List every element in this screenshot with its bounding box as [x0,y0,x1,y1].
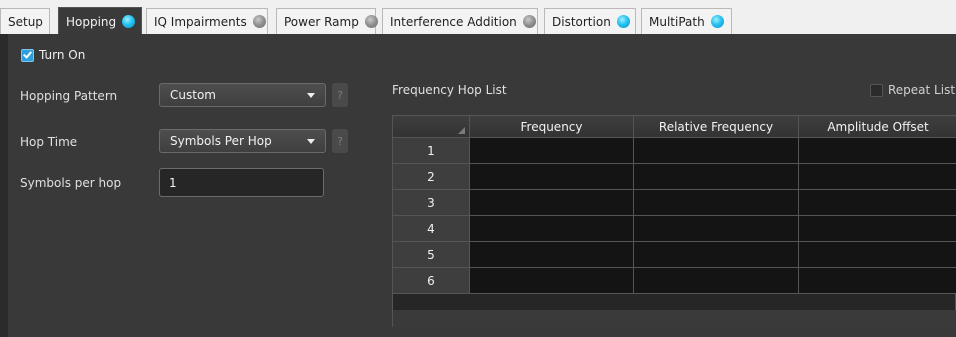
repeat-list-label: Repeat List [888,83,956,97]
table-row: 6 [393,268,956,294]
row-header[interactable]: 2 [393,164,470,190]
table-cell-amplitude-offset[interactable] [799,216,956,242]
table-cell-frequency[interactable] [470,190,634,216]
tab-label: IQ Impairments [154,14,247,29]
tab-iq-impairments[interactable]: IQ Impairments [146,8,268,34]
table-cell-frequency[interactable] [470,268,634,294]
table-header: Frequency Relative Frequency Amplitude O… [393,116,956,138]
chevron-down-icon [307,139,315,144]
table-cell-frequency[interactable] [470,216,634,242]
row-header[interactable]: 1 [393,138,470,164]
row-header[interactable]: 6 [393,268,470,294]
table-cell-relative-frequency[interactable] [634,190,799,216]
hop-time-value: Symbols Per Hop [170,134,272,148]
tab-hopping[interactable]: Hopping [58,7,142,35]
table-cell-amplitude-offset[interactable] [799,164,956,190]
table-cell-frequency[interactable] [470,242,634,268]
help-button[interactable]: ? [332,129,348,153]
table-cell-frequency[interactable] [470,138,634,164]
hopping-pattern-dropdown[interactable]: Custom [159,83,326,107]
row-header[interactable]: 5 [393,242,470,268]
table-cell-relative-frequency[interactable] [634,268,799,294]
tab-label: Setup [8,14,43,29]
help-button[interactable]: ? [332,83,348,107]
tab-bar: Setup Hopping IQ Impairments Power Ramp … [0,0,956,35]
table-cell-relative-frequency[interactable] [634,242,799,268]
table-cell-amplitude-offset[interactable] [799,268,956,294]
table-row: 2 [393,164,956,190]
chevron-down-icon [307,93,315,98]
tab-label: Hopping [66,14,117,29]
status-on-icon [710,15,724,28]
tab-power-ramp[interactable]: Power Ramp [276,8,378,34]
tab-label: Power Ramp [284,14,359,29]
frequency-hop-table: Frequency Relative Frequency Amplitude O… [392,115,956,327]
table-row: 5 [393,242,956,268]
table-footer [393,310,956,327]
row-header[interactable]: 4 [393,216,470,242]
tab-multipath[interactable]: MultiPath [641,8,732,34]
corner-triangle-icon [458,127,465,134]
turn-on-checkbox-row[interactable]: Turn On [21,48,85,62]
turn-on-checkbox[interactable] [21,48,34,62]
status-on-icon [616,15,630,28]
repeat-list-checkbox[interactable] [870,83,883,97]
table-cell-relative-frequency[interactable] [634,216,799,242]
status-on-icon [122,15,136,28]
table-row: 3 [393,190,956,216]
table-cell-relative-frequency[interactable] [634,138,799,164]
symbols-per-hop-label: Symbols per hop [20,176,122,190]
frequency-hop-list-title: Frequency Hop List [392,83,507,97]
tab-distortion[interactable]: Distortion [544,8,636,34]
select-all-corner[interactable] [393,116,470,138]
table-cell-relative-frequency[interactable] [634,164,799,190]
status-off-icon [252,15,266,28]
hop-time-dropdown[interactable]: Symbols Per Hop [159,129,326,153]
column-header-relative-frequency[interactable]: Relative Frequency [634,116,799,138]
table-cell-amplitude-offset[interactable] [799,138,956,164]
tab-interference-addition[interactable]: Interference Addition [382,8,538,34]
status-off-icon [364,15,378,28]
checkmark-icon [23,48,32,59]
hopping-pattern-label: Hopping Pattern [20,89,118,103]
status-off-icon [522,15,536,28]
hopping-pattern-value: Custom [170,88,216,102]
tab-label: Distortion [552,14,611,29]
table-cell-amplitude-offset[interactable] [799,190,956,216]
table-cell-amplitude-offset[interactable] [799,242,956,268]
repeat-list-checkbox-row[interactable]: Repeat List [870,83,955,97]
table-row: 4 [393,216,956,242]
column-header-amplitude-offset[interactable]: Amplitude Offset [799,116,956,138]
tab-setup[interactable]: Setup [0,8,50,34]
tab-label: MultiPath [649,14,705,29]
table-row: 1 [393,138,956,164]
hop-time-label: Hop Time [20,135,78,149]
symbols-per-hop-input[interactable]: 1 [159,168,324,197]
tab-label: Interference Addition [390,14,517,29]
table-cell-frequency[interactable] [470,164,634,190]
row-header[interactable]: 3 [393,190,470,216]
column-header-frequency[interactable]: Frequency [470,116,634,138]
turn-on-label: Turn On [39,48,86,62]
hopping-panel: Turn On Hopping Pattern Custom ? Hop Tim… [8,34,956,337]
